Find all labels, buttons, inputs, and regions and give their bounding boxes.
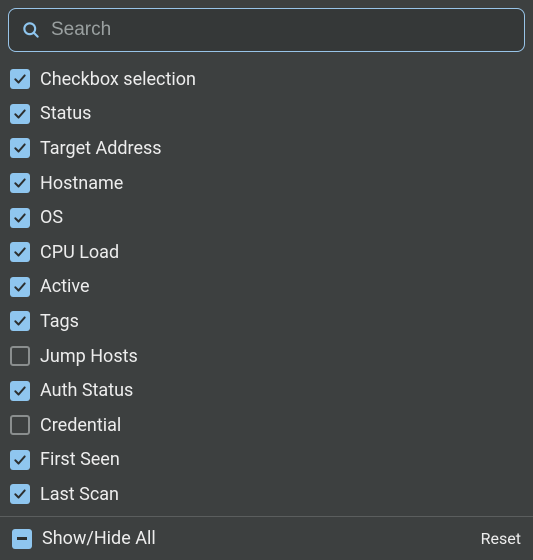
list-item[interactable]: Target Address — [10, 131, 523, 166]
checkbox-checked-icon — [10, 277, 30, 297]
list-item[interactable]: Status — [10, 97, 523, 132]
list-item-label: First Seen — [40, 449, 120, 470]
checkbox-checked-icon — [10, 138, 30, 158]
list-item-label: Credential — [40, 415, 121, 436]
list-item-label: Active — [40, 276, 90, 297]
show-hide-all-label: Show/Hide All — [42, 528, 156, 549]
footer-bar: Show/Hide All Reset — [0, 516, 533, 560]
show-hide-all-toggle[interactable]: Show/Hide All — [12, 528, 156, 549]
list-item-label: Hostname — [40, 173, 123, 194]
checkbox-unchecked-icon — [10, 415, 30, 435]
list-item-label: Target Address — [40, 138, 162, 159]
list-item-label: Last Scan — [40, 484, 119, 505]
checkbox-unchecked-icon — [10, 346, 30, 366]
checkbox-checked-icon — [10, 104, 30, 124]
checkbox-checked-icon — [10, 311, 30, 331]
checkbox-checked-icon — [10, 208, 30, 228]
reset-button[interactable]: Reset — [481, 529, 521, 548]
list-item-label: Tags — [40, 311, 79, 332]
list-item-label: Jump Hosts — [40, 346, 138, 367]
list-item[interactable]: Tags — [10, 304, 523, 339]
checkbox-checked-icon — [10, 242, 30, 262]
checkbox-checked-icon — [10, 381, 30, 401]
list-item[interactable]: First Seen — [10, 443, 523, 478]
list-item[interactable]: Auth Status — [10, 373, 523, 408]
list-item-label: OS — [40, 207, 63, 228]
indeterminate-checkbox-icon — [12, 529, 32, 549]
list-item-label: Checkbox selection — [40, 69, 196, 90]
list-item-label: Auth Status — [40, 380, 133, 401]
list-item[interactable]: Checkbox selection — [10, 62, 523, 97]
search-input[interactable] — [51, 19, 512, 41]
checkbox-checked-icon — [10, 484, 30, 504]
list-item-label: CPU Load — [40, 242, 119, 263]
list-item-label: Status — [40, 103, 91, 124]
list-item[interactable]: Hostname — [10, 166, 523, 201]
list-item[interactable]: OS — [10, 200, 523, 235]
list-item[interactable]: Credential — [10, 408, 523, 443]
column-list: Checkbox selection Status Target Address Ho… — [0, 52, 533, 516]
checkbox-checked-icon — [10, 450, 30, 470]
checkbox-checked-icon — [10, 173, 30, 193]
search-container[interactable] — [8, 8, 525, 52]
search-icon — [21, 20, 41, 40]
checkbox-checked-icon — [10, 69, 30, 89]
list-item[interactable]: Last Scan — [10, 477, 523, 512]
list-item[interactable]: Active — [10, 270, 523, 305]
list-item[interactable]: CPU Load — [10, 235, 523, 270]
list-item[interactable]: Jump Hosts — [10, 339, 523, 374]
